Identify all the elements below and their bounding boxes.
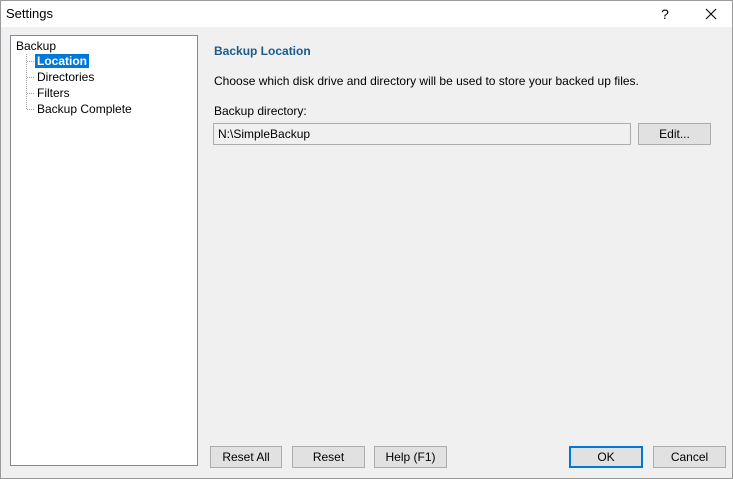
tree-connector (27, 77, 34, 78)
tree-item-location[interactable]: Location (35, 54, 89, 68)
title-bar: Settings ? (1, 1, 732, 27)
tree-connector (27, 109, 34, 110)
close-button[interactable] (689, 1, 733, 27)
section-title: Backup Location (214, 44, 311, 58)
backup-directory-field[interactable] (213, 123, 631, 145)
close-icon (705, 8, 717, 20)
cancel-button[interactable]: Cancel (653, 446, 726, 468)
tree-item-backup-complete[interactable]: Backup Complete (35, 102, 134, 116)
backup-directory-label: Backup directory: (214, 104, 307, 118)
tree-connector (27, 61, 34, 62)
reset-button[interactable]: Reset (292, 446, 365, 468)
tree-connector (26, 54, 27, 109)
ok-button[interactable]: OK (569, 446, 643, 468)
tree-item-directories[interactable]: Directories (35, 70, 96, 84)
help-f1-button[interactable]: Help (F1) (374, 446, 447, 468)
tree-item-filters[interactable]: Filters (35, 86, 72, 100)
edit-button[interactable]: Edit... (638, 123, 711, 145)
section-description: Choose which disk drive and directory wi… (214, 74, 639, 88)
help-icon: ? (661, 6, 669, 22)
settings-tree[interactable]: Backup Location Directories Filters Back… (10, 35, 198, 466)
settings-dialog: Settings ? Backup Location Directories F… (0, 0, 733, 479)
tree-item-backup[interactable]: Backup (16, 39, 56, 53)
reset-all-button[interactable]: Reset All (210, 446, 282, 468)
help-button[interactable]: ? (643, 1, 687, 27)
tree-connector (27, 93, 34, 94)
window-title: Settings (6, 6, 53, 21)
